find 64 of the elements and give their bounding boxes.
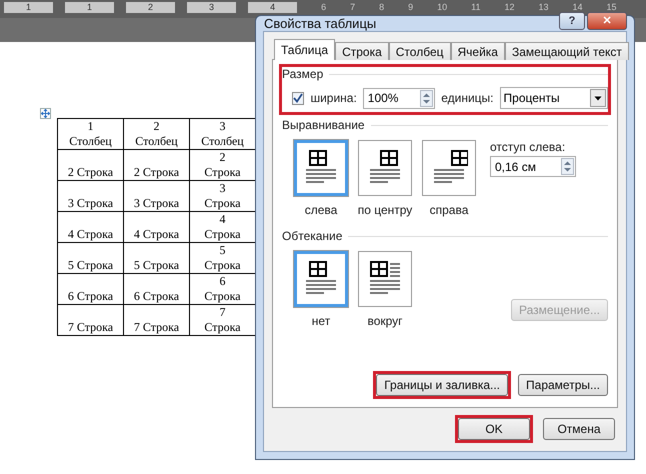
ruler-number: 4 bbox=[248, 2, 298, 13]
dialog-button[interactable]: Параметры... bbox=[518, 374, 608, 396]
checkmark-icon bbox=[293, 93, 304, 103]
group-label: Выравнивание bbox=[282, 118, 365, 132]
ruler-number: 1 bbox=[4, 2, 54, 13]
ruler-number: 12 bbox=[504, 2, 516, 13]
tab[interactable]: Замещающий текст bbox=[504, 42, 629, 60]
ruler-number: 14 bbox=[572, 2, 584, 13]
ruler-number: 2 bbox=[126, 2, 176, 13]
option-label: по центру bbox=[358, 203, 412, 217]
width-checkbox[interactable] bbox=[292, 92, 304, 104]
table-cell: 1 Столбец bbox=[58, 118, 124, 150]
table-cell: 3 Строка bbox=[124, 180, 190, 212]
width-label: ширина: bbox=[310, 91, 357, 105]
table-cell: 5 Строка bbox=[124, 242, 190, 274]
help-button[interactable]: ? bbox=[559, 12, 585, 30]
window-title: Свойства таблицы bbox=[263, 16, 376, 31]
dialog-button[interactable]: Отмена bbox=[543, 418, 615, 440]
table-cell: 7 Строка bbox=[124, 304, 190, 336]
units-label: единицы: bbox=[441, 91, 494, 105]
table-cell: 4 Строка bbox=[124, 212, 190, 242]
width-field[interactable]: 100% bbox=[362, 88, 436, 108]
tab[interactable]: Строка bbox=[335, 42, 389, 60]
option-label: справа bbox=[430, 203, 468, 217]
table-cell: 4 Строка bbox=[58, 212, 124, 242]
ruler-number: 11 bbox=[470, 2, 482, 13]
wrapping-option[interactable] bbox=[358, 251, 412, 307]
tab[interactable]: Ячейка bbox=[450, 42, 505, 60]
option-label: слева bbox=[304, 203, 338, 217]
alignment-option[interactable] bbox=[422, 140, 476, 196]
table-cell: 2 Строка bbox=[58, 150, 124, 180]
table-cell: 5 Строка bbox=[58, 242, 124, 274]
indent-field[interactable]: 0,16 см bbox=[490, 156, 576, 177]
dialog-button[interactable]: OK bbox=[458, 418, 530, 440]
option-label: нет bbox=[312, 314, 330, 328]
spin-arrows-icon[interactable] bbox=[561, 158, 574, 175]
ruler-number: 15 bbox=[606, 2, 618, 13]
table-cell: 6 Строка bbox=[58, 274, 124, 304]
indent-label: отступ слева: bbox=[490, 140, 566, 154]
table-cell: 3 Строка bbox=[58, 180, 124, 212]
tab[interactable]: Таблица bbox=[274, 39, 336, 60]
tab[interactable]: Столбец bbox=[388, 42, 450, 60]
wrapping-option[interactable] bbox=[294, 251, 348, 307]
alignment-option[interactable] bbox=[358, 140, 412, 196]
ruler-number: 10 bbox=[436, 2, 448, 13]
table-cell: 7 Строка bbox=[58, 304, 124, 336]
option-label: вокруг bbox=[367, 314, 403, 328]
ruler-number: 6 bbox=[320, 2, 328, 13]
group-label: Обтекание bbox=[282, 229, 342, 243]
ruler-number: 9 bbox=[407, 2, 414, 13]
alignment-option[interactable] bbox=[294, 140, 348, 196]
units-dropdown[interactable]: Проценты bbox=[500, 87, 608, 109]
ruler-number: 13 bbox=[538, 2, 550, 13]
ruler-number: 8 bbox=[378, 2, 386, 13]
move-handle-icon[interactable] bbox=[40, 108, 51, 119]
table-cell: 2 Строка bbox=[124, 150, 190, 180]
dialog-button[interactable]: Границы и заливка... bbox=[376, 374, 508, 396]
ruler-number: 3 bbox=[187, 2, 236, 13]
ruler-number: 1 bbox=[65, 2, 114, 13]
table-cell: 2 Столбец bbox=[124, 118, 190, 150]
spin-arrows-icon[interactable] bbox=[420, 90, 434, 106]
table-cell: 6 Строка bbox=[124, 274, 190, 304]
group-label: Размер bbox=[282, 67, 324, 81]
ruler-number: 7 bbox=[349, 2, 356, 13]
